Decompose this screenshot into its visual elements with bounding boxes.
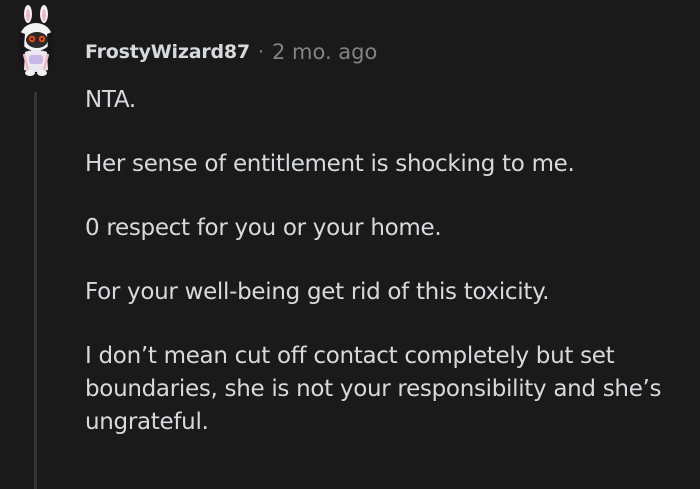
comment-timestamp[interactable]: 2 mo. ago <box>272 40 377 64</box>
meta-separator: · <box>257 41 264 63</box>
comment-paragraph: I don’t mean cut off contact completely … <box>85 343 662 435</box>
comment-body: NTA. Her sense of entitlement is shockin… <box>85 84 685 439</box>
comment-paragraph: 0 respect for you or your home. <box>85 215 442 241</box>
comment: FrostyWizard87 · 2 mo. ago NTA. Her sens… <box>0 0 700 489</box>
comment-header: FrostyWizard87 · 2 mo. ago <box>85 38 377 66</box>
comment-paragraph: For your well-being get rid of this toxi… <box>85 279 550 305</box>
username-link[interactable]: FrostyWizard87 <box>85 41 250 63</box>
comment-paragraph: Her sense of entitlement is shocking to … <box>85 151 575 177</box>
snoo-bunny-avatar-icon[interactable] <box>10 4 62 80</box>
thread-line[interactable] <box>34 92 37 489</box>
comment-paragraph: NTA. <box>85 87 136 113</box>
